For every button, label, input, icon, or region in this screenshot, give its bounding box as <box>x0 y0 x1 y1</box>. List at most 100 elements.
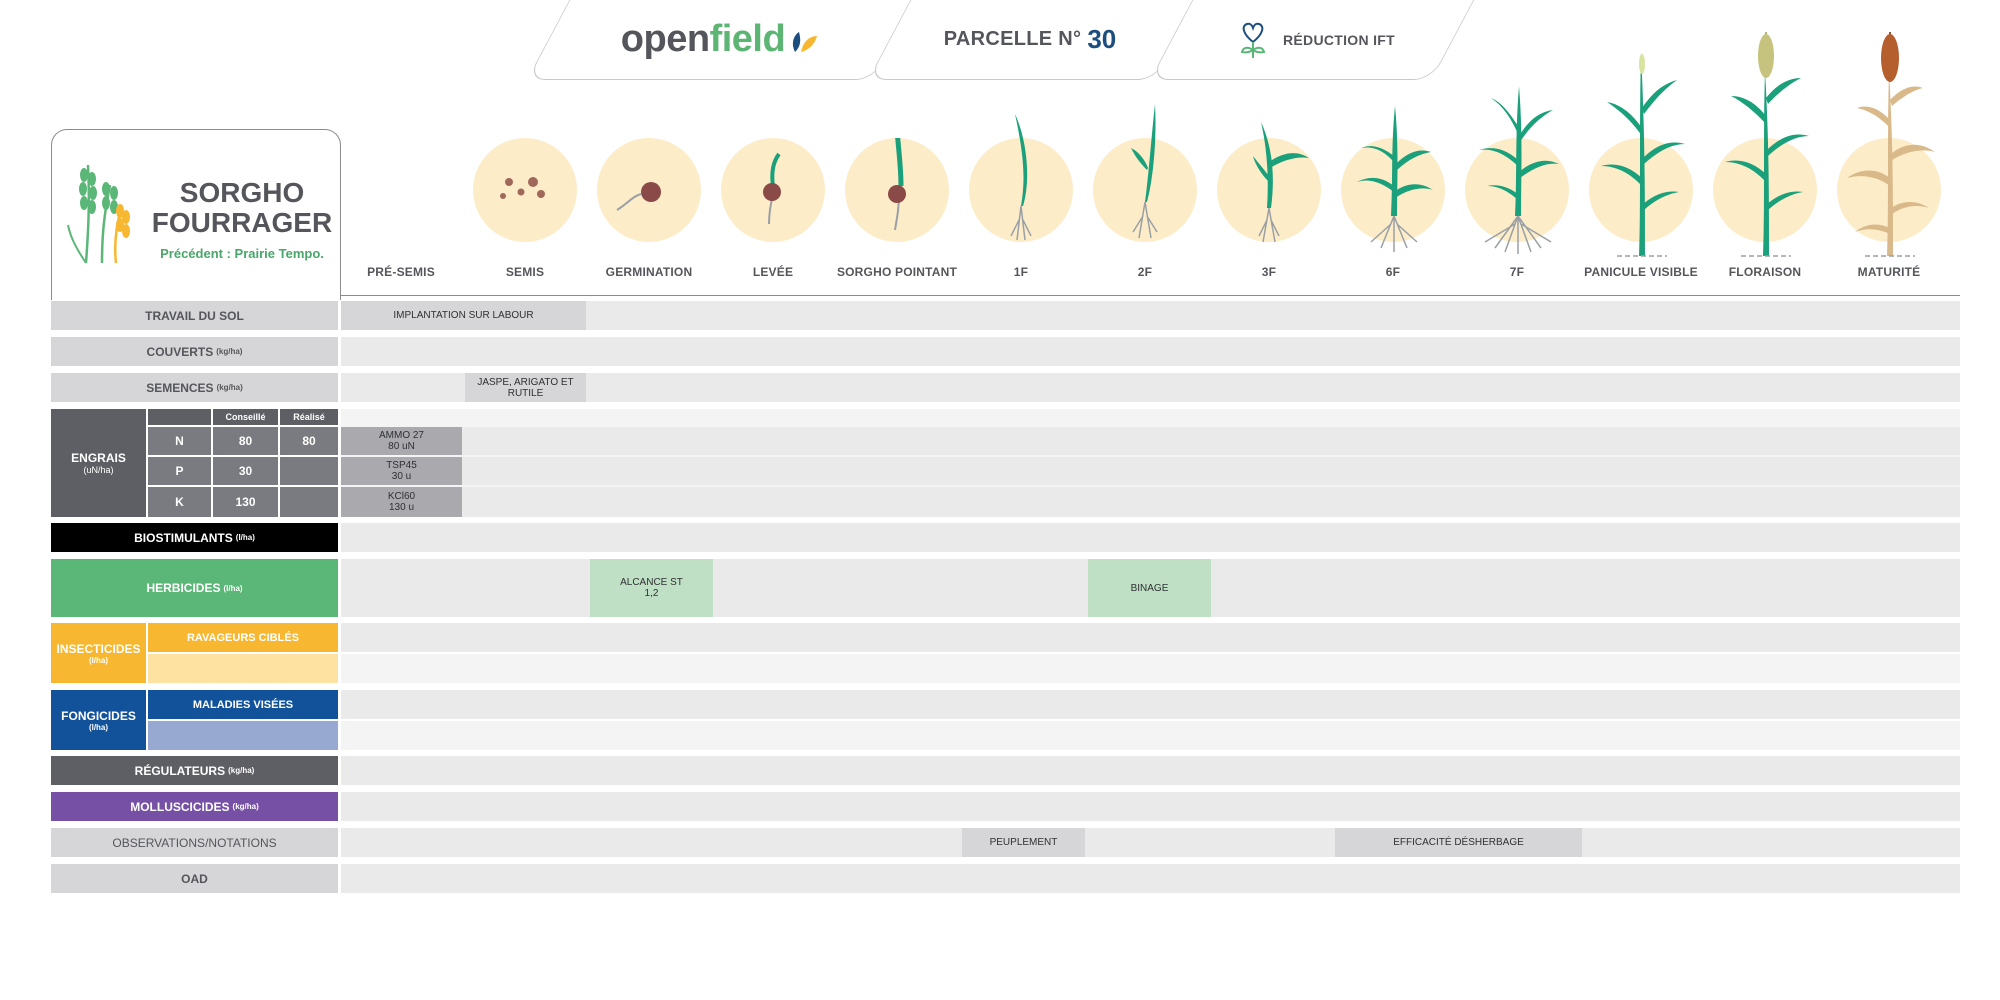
engrais-n-conseille[interactable]: 80 <box>213 427 278 455</box>
pointant-sprout-icon <box>888 138 906 231</box>
stage-label-levee: LEVÉE <box>752 265 794 279</box>
entry-semences-line1: JASPE, ARIGATO ET <box>477 376 574 388</box>
label-insecticides: INSECTICIDES (l/ha) <box>51 623 146 683</box>
row-oad-bg <box>341 864 1960 893</box>
maladies-input[interactable] <box>148 721 338 750</box>
stage-label-6f: 6F <box>1385 265 1401 279</box>
label-molluscicides: MOLLUSCICIDES (kg/ha) <box>51 792 338 821</box>
crop-card: SORGHO FOURRAGER Précédent : Prairie Tem… <box>51 129 341 300</box>
engrais-p-product-name: TSP45 <box>386 460 417 471</box>
stage-label-2f: 2F <box>1137 265 1153 279</box>
engrais-k-realise[interactable] <box>280 487 338 517</box>
engrais-k-product-name: KCl60 <box>387 491 416 502</box>
row-fongicides-bg <box>341 690 1960 719</box>
engrais-p-realise[interactable] <box>280 457 338 485</box>
row-molluscicides-bg <box>341 792 1960 821</box>
label-herbicides: HERBICIDES (l/ha) <box>51 559 338 617</box>
parcelle-label: PARCELLE N° <box>943 28 1082 50</box>
entry-semences-line2: RUTILE <box>507 387 544 399</box>
label-regulateurs: RÉGULATEURS (kg/ha) <box>51 756 338 785</box>
label-observations-text: OBSERVATIONS/NOTATIONS <box>112 835 277 850</box>
label-couverts-unit: (kg/ha) <box>216 347 243 356</box>
engrais-p-conseille[interactable]: 30 <box>213 457 278 485</box>
engrais-header-realise: Réalisé <box>280 409 338 425</box>
stages-baseline <box>341 295 1960 296</box>
label-travail-text: TRAVAIL DU SOL <box>145 308 244 323</box>
leaf-logo-icon <box>793 31 818 52</box>
engrais-n-product[interactable]: AMMO 27 80 uN <box>341 427 462 455</box>
label-herbicides-unit: (l/ha) <box>223 583 243 593</box>
label-regulateurs-unit: (kg/ha) <box>228 766 255 775</box>
engrais-row-bg-n <box>341 427 1960 455</box>
germination-seed-icon <box>616 182 661 211</box>
engrais-n-element: N <box>148 427 211 455</box>
label-travail-du-sol: TRAVAIL DU SOL <box>51 301 338 330</box>
stage-label-sorgho-pointant: SORGHO POINTANT <box>836 265 958 279</box>
engrais-row-bg-k <box>341 487 1960 517</box>
label-oad-text: OAD <box>181 871 208 886</box>
label-couverts-text: COUVERTS <box>146 344 214 359</box>
reduction-ift: RÉDUCTION IFT <box>1200 0 1430 79</box>
label-semences-unit: (kg/ha) <box>216 383 243 392</box>
label-insecticides-text: INSECTICIDES <box>56 641 141 656</box>
engrais-n-product-dose: 80 uN <box>388 441 415 452</box>
row-observations-bg <box>341 828 1960 857</box>
crop-title: SORGHO FOURRAGER <box>147 178 337 238</box>
label-ravageurs: RAVAGEURS CIBLÉS <box>148 623 338 652</box>
engrais-p-product[interactable]: TSP45 30 u <box>341 457 462 485</box>
label-maladies: MALADIES VISÉES <box>148 690 338 719</box>
seeds-icon <box>500 177 545 199</box>
plant-3f-icon <box>1253 122 1309 243</box>
engrais-k-product[interactable]: KCl60 130 u <box>341 487 462 517</box>
heart-plant-icon <box>1240 22 1266 58</box>
wheat-icon <box>67 164 130 264</box>
entry-obs-peuplement[interactable]: PEUPLEMENT <box>962 828 1085 857</box>
plant-7f-icon <box>1479 86 1559 254</box>
ravageurs-input[interactable] <box>148 654 338 683</box>
plant-panicule-icon <box>1601 52 1685 257</box>
stage-label-panicule-visible: PANICULE VISIBLE <box>1584 265 1698 279</box>
row-insecticides-bg <box>341 623 1960 652</box>
label-biostimulants-text: BIOSTIMULANTS <box>134 530 233 545</box>
plant-6f-icon <box>1357 106 1433 252</box>
row-regulateurs-bg <box>341 756 1960 785</box>
stage-label-7f: 7F <box>1509 265 1525 279</box>
label-insecticides-unit: (l/ha) <box>88 655 109 665</box>
logo-text-field: field <box>709 18 786 60</box>
label-oad: OAD <box>51 864 338 893</box>
engrais-header-conseille: Conseillé <box>213 409 278 425</box>
label-molluscicides-text: MOLLUSCICIDES <box>130 799 230 814</box>
label-semences: SEMENCES (kg/ha) <box>51 373 338 402</box>
stage-label-germination: GERMINATION <box>605 265 693 279</box>
crop-previous: Précédent : Prairie Tempo. <box>160 246 324 261</box>
label-observations: OBSERVATIONS/NOTATIONS <box>51 828 338 857</box>
engrais-n-product-name: AMMO 27 <box>378 430 424 441</box>
label-engrais: ENGRAIS (uN/ha) <box>51 409 146 517</box>
plant-2f-icon <box>1131 104 1158 239</box>
crop-title-line2: FOURRAGER <box>151 207 333 238</box>
openfield-logo: open field <box>560 0 880 79</box>
engrais-n-realise[interactable]: 80 <box>280 427 338 455</box>
label-biostimulants-unit: (l/ha) <box>235 533 255 542</box>
plant-1f-icon <box>1010 114 1032 241</box>
crop-title-line1: SORGHO <box>179 177 305 208</box>
row-insecticides-bg-2 <box>341 654 1960 683</box>
label-couverts: COUVERTS (kg/ha) <box>51 337 338 366</box>
engrais-row-bg-p <box>341 457 1960 485</box>
label-semences-text: SEMENCES <box>146 380 214 395</box>
label-engrais-text: ENGRAIS <box>71 451 126 465</box>
entry-travail[interactable]: IMPLANTATION SUR LABOUR <box>341 301 586 330</box>
label-fongicides: FONGICIDES (l/ha) <box>51 690 146 750</box>
entry-obs-efficacite[interactable]: EFFICACITÉ DÉSHERBAGE <box>1335 828 1582 857</box>
row-couverts-bg <box>341 337 1960 366</box>
stage-label-1f: 1F <box>1013 265 1029 279</box>
engrais-k-product-dose: 130 u <box>388 502 415 513</box>
label-herbicides-text: HERBICIDES <box>146 581 221 595</box>
entry-herbicide-alcance[interactable]: ALCANCE ST 1,2 <box>590 559 713 617</box>
stage-label-maturite: MATURITÉ <box>1857 265 1921 279</box>
logo-text-open: open <box>620 18 710 60</box>
entry-herbicide-alcance-line2: 1,2 <box>644 588 659 599</box>
entry-semences[interactable]: JASPE, ARIGATO ET RUTILE <box>465 373 586 402</box>
engrais-k-conseille[interactable]: 130 <box>213 487 278 517</box>
entry-herbicide-binage[interactable]: BINAGE <box>1088 559 1211 617</box>
